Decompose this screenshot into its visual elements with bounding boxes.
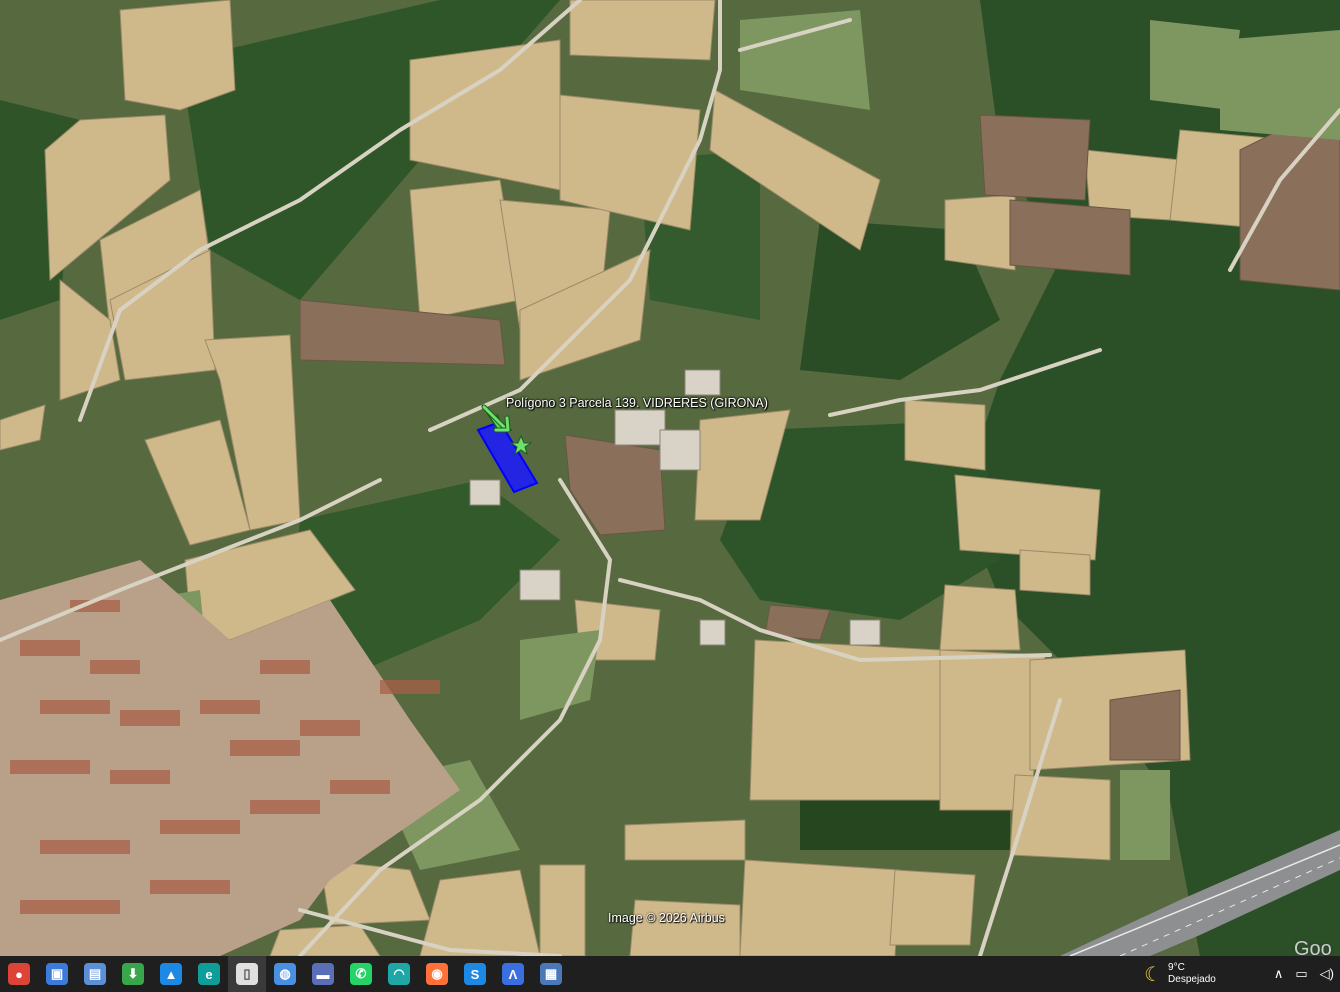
satellite-map[interactable]: Polígono 3 Parcela 139. VIDRERES (GIRONA… [0, 0, 1340, 956]
weather-description: Despejado [1168, 974, 1216, 985]
imagery-attribution: Image © 2026 Airbus [608, 911, 725, 925]
taskbar-apps: ● ▣ ▤ ⬇ ▲ e ▯ ◍ ▬ ✆ ◠ ◉ S Λ ▦ [0, 956, 570, 992]
image-viewer-icon: ▲ [160, 963, 182, 985]
taskbar-app-image-viewer[interactable]: ▲ [152, 956, 190, 992]
app-a-icon: Λ [502, 963, 524, 985]
taskbar: ● ▣ ▤ ⬇ ▲ e ▯ ◍ ▬ ✆ ◠ ◉ S Λ ▦ ☾ 9°C Despejado ∧ ▭ ◁) [0, 956, 1340, 992]
volume-icon[interactable]: ◁) [1320, 966, 1334, 982]
taskbar-app-whatsapp[interactable]: ✆ [342, 956, 380, 992]
app-wave-icon: ◠ [388, 963, 410, 985]
taskbar-app-explorer-window[interactable]: ▤ [76, 956, 114, 992]
taskbar-app-app-window[interactable]: ▦ [532, 956, 570, 992]
moon-icon: ☾ [1144, 963, 1163, 986]
taskbar-app-earth[interactable]: ◍ [266, 956, 304, 992]
map-imagery [0, 0, 1340, 956]
taskbar-app-chrome[interactable]: ● [0, 956, 38, 992]
taskbar-app-app-s[interactable]: S [456, 956, 494, 992]
photos-icon: ▣ [46, 963, 68, 985]
document-icon: ▯ [236, 963, 258, 985]
firefox-icon: ◉ [426, 963, 448, 985]
weather-widget[interactable]: ☾ 9°C Despejado [1144, 962, 1216, 987]
chrome-icon: ● [8, 963, 30, 985]
map-logo: Goo [1294, 938, 1332, 956]
disk-save-icon: ▬ [312, 963, 334, 985]
taskbar-app-app-a[interactable]: Λ [494, 956, 532, 992]
taskbar-app-edge[interactable]: e [190, 956, 228, 992]
weather-temperature: 9°C [1168, 962, 1185, 973]
whatsapp-icon: ✆ [350, 963, 372, 985]
explorer-window-icon: ▤ [84, 963, 106, 985]
network-icon[interactable]: ▭ [1295, 966, 1307, 982]
installer-icon: ⬇ [122, 963, 144, 985]
parcel-label: Polígono 3 Parcela 139. VIDRERES (GIRONA… [506, 396, 768, 410]
edge-icon: e [198, 963, 220, 985]
taskbar-app-app-wave[interactable]: ◠ [380, 956, 418, 992]
tray-chevron-icon[interactable]: ∧ [1274, 966, 1284, 982]
taskbar-app-firefox[interactable]: ◉ [418, 956, 456, 992]
taskbar-app-disk-save[interactable]: ▬ [304, 956, 342, 992]
system-tray: ☾ 9°C Despejado ∧ ▭ ◁) [1144, 956, 1340, 992]
earth-icon: ◍ [274, 963, 296, 985]
taskbar-app-document[interactable]: ▯ [228, 956, 266, 992]
taskbar-app-photos[interactable]: ▣ [38, 956, 76, 992]
app-window-icon: ▦ [540, 963, 562, 985]
taskbar-app-installer[interactable]: ⬇ [114, 956, 152, 992]
app-s-icon: S [464, 963, 486, 985]
